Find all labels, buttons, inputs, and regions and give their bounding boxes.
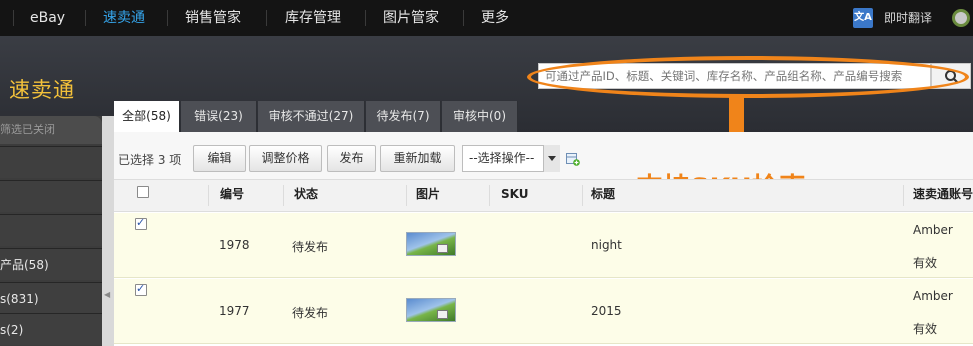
row-title[interactable]: 2015 [591, 304, 622, 318]
column-header-title[interactable]: 标题 [591, 179, 615, 212]
product-thumbnail[interactable] [406, 298, 456, 322]
reload-button[interactable]: 重新加载 [380, 145, 455, 172]
add-table-icon[interactable] [566, 152, 580, 166]
row-account: Amber [913, 289, 953, 303]
nav-separator [167, 10, 168, 26]
column-header-sku[interactable]: SKU [501, 179, 528, 212]
chevron-down-icon[interactable] [543, 145, 560, 172]
sidebar-filter-status[interactable]: 筛选已关闭 [0, 116, 102, 144]
nav-item-image-manager[interactable]: 图片管家 [383, 0, 439, 36]
nav-separator [13, 10, 14, 26]
tab-under-review[interactable]: 审核中(0) [442, 101, 518, 132]
row-status: 待发布 [292, 240, 329, 254]
selected-count: 已选择 3 项 [118, 153, 182, 167]
row-status: 待发布 [292, 306, 329, 320]
sidebar-item[interactable] [0, 214, 102, 246]
column-separator [283, 185, 284, 206]
nav-separator [463, 10, 464, 26]
nav-separator [266, 10, 267, 26]
row-id: 1977 [219, 304, 250, 318]
translate-link[interactable]: 即时翻译 [884, 0, 932, 36]
row-title[interactable]: night [591, 238, 622, 252]
nav-item-more[interactable]: 更多 [481, 0, 509, 36]
adjust-price-button[interactable]: 调整价格 [249, 145, 322, 172]
sidebar-collapse-handle[interactable]: ◀ [102, 116, 114, 346]
column-separator [903, 185, 904, 206]
row-account-status: 有效 [913, 256, 938, 270]
nav-item-inventory[interactable]: 库存管理 [285, 0, 341, 36]
sidebar-item[interactable] [0, 180, 102, 212]
column-separator [489, 185, 490, 206]
edit-button[interactable]: 编辑 [193, 145, 246, 172]
column-header-id[interactable]: 编号 [220, 179, 244, 212]
brand-title: 速卖通 [9, 78, 75, 102]
publish-button[interactable]: 发布 [327, 145, 376, 172]
annotation-highlight-ellipse [527, 56, 969, 98]
select-all-checkbox[interactable] [137, 186, 149, 198]
tab-rejected[interactable]: 审核不通过(27) [258, 101, 365, 132]
tab-errors[interactable]: 错误(23) [181, 101, 257, 132]
column-separator [582, 185, 583, 206]
nav-separator [85, 10, 86, 26]
product-thumbnail[interactable] [406, 232, 456, 256]
nav-item-ebay[interactable]: eBay [30, 0, 65, 36]
column-separator [208, 185, 209, 206]
column-separator [406, 185, 407, 206]
tab-pending-publish[interactable]: 待发布(7) [366, 101, 441, 132]
chevron-left-icon: ◀ [104, 290, 111, 299]
nav-separator [365, 10, 366, 26]
extension-icon[interactable] [952, 9, 970, 27]
row-id: 1978 [219, 238, 250, 252]
row-account: Amber [913, 223, 953, 237]
translate-icon[interactable]: 文A [853, 8, 873, 28]
row-checkbox[interactable] [135, 216, 147, 230]
sidebar-item-products[interactable]: 产品(58) [0, 248, 102, 280]
row-checkbox[interactable] [135, 282, 147, 296]
sidebar-item[interactable]: s(2) [0, 313, 102, 345]
sidebar-item[interactable]: s(831) [0, 282, 102, 314]
tab-all[interactable]: 全部(58) [114, 101, 180, 132]
column-header-status[interactable]: 状态 [294, 179, 318, 212]
top-nav-bar: eBay 速卖通 销售管家 库存管理 图片管家 更多 文A 即时翻译 [0, 0, 973, 36]
column-header-account[interactable]: 速卖通账号 [913, 179, 973, 212]
row-account-status: 有效 [913, 322, 938, 336]
column-header-image[interactable]: 图片 [416, 179, 440, 212]
nav-item-aliexpress[interactable]: 速卖通 [103, 0, 145, 36]
nav-item-sales-manager[interactable]: 销售管家 [185, 0, 241, 36]
sidebar-item[interactable] [0, 146, 102, 178]
